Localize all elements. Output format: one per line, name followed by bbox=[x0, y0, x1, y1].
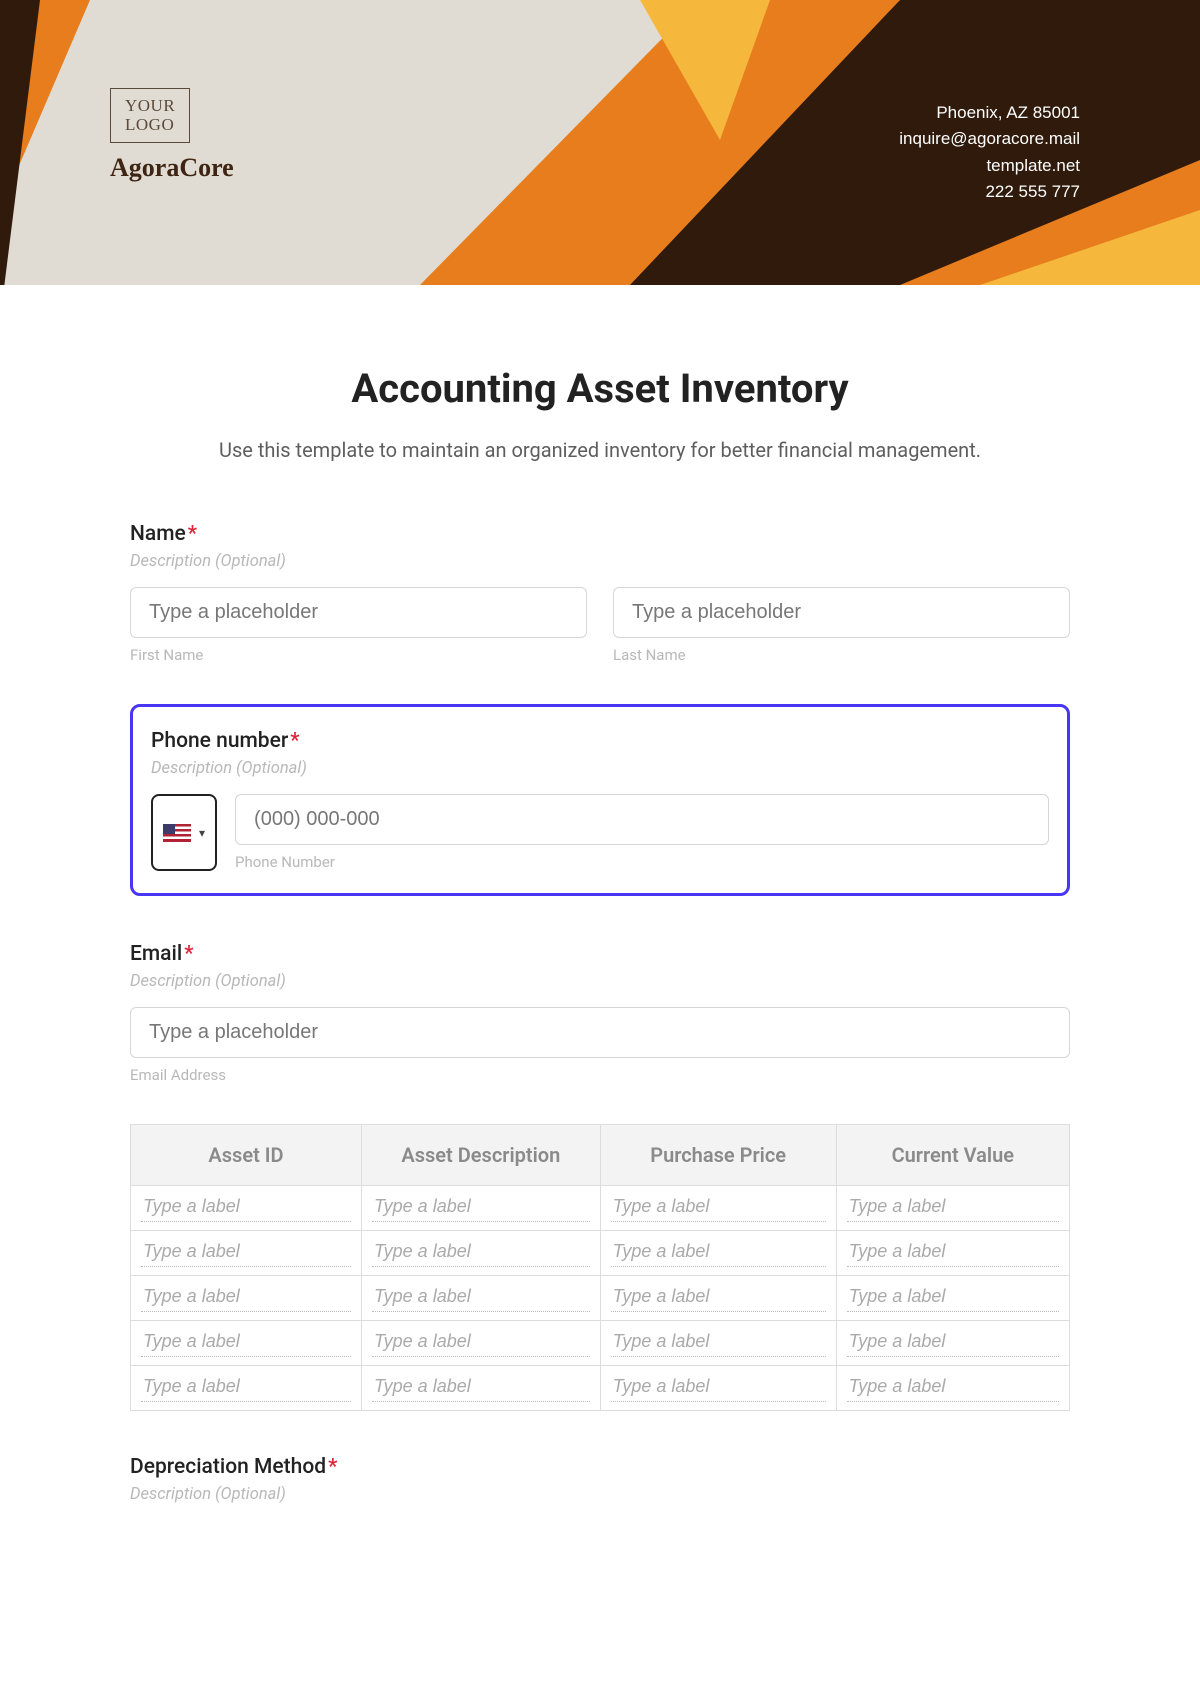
page-title: Accounting Asset Inventory bbox=[130, 365, 1070, 412]
table-cell bbox=[600, 1186, 836, 1231]
table-cell bbox=[600, 1321, 836, 1366]
contact-info: Phoenix, AZ 85001 inquire@agoracore.mail… bbox=[899, 100, 1080, 205]
logo-line1: YOUR bbox=[125, 96, 175, 115]
table-cell bbox=[131, 1276, 362, 1321]
th-purchase-price: Purchase Price bbox=[600, 1125, 836, 1186]
table-row bbox=[131, 1231, 1070, 1276]
table-cell bbox=[362, 1276, 601, 1321]
table-cell bbox=[131, 1186, 362, 1231]
required-mark: * bbox=[188, 522, 197, 546]
email-input[interactable] bbox=[130, 1007, 1070, 1058]
table-cell-input[interactable] bbox=[847, 1192, 1059, 1222]
table-cell bbox=[600, 1231, 836, 1276]
table-cell-input[interactable] bbox=[847, 1372, 1059, 1402]
asset-table: Asset ID Asset Description Purchase Pric… bbox=[130, 1124, 1070, 1411]
table-cell-input[interactable] bbox=[611, 1282, 826, 1312]
table-cell-input[interactable] bbox=[847, 1237, 1059, 1267]
table-header-row: Asset ID Asset Description Purchase Pric… bbox=[131, 1125, 1070, 1186]
contact-email: inquire@agoracore.mail bbox=[899, 126, 1080, 152]
table-cell-input[interactable] bbox=[372, 1327, 590, 1357]
table-row bbox=[131, 1276, 1070, 1321]
contact-phone: 222 555 777 bbox=[899, 179, 1080, 205]
brand-name: AgoraCore bbox=[110, 153, 234, 183]
table-cell bbox=[362, 1186, 601, 1231]
logo-line2: LOGO bbox=[125, 115, 174, 134]
table-cell-input[interactable] bbox=[611, 1327, 826, 1357]
page-subtitle: Use this template to maintain an organiz… bbox=[130, 438, 1070, 462]
name-desc: Description (Optional) bbox=[130, 552, 1070, 571]
table-cell bbox=[836, 1276, 1069, 1321]
table-cell bbox=[362, 1321, 601, 1366]
table-cell-input[interactable] bbox=[141, 1192, 351, 1222]
table-cell-input[interactable] bbox=[141, 1282, 351, 1312]
table-cell-input[interactable] bbox=[141, 1372, 351, 1402]
table-cell bbox=[836, 1366, 1069, 1411]
last-name-input[interactable] bbox=[613, 587, 1070, 638]
first-name-input[interactable] bbox=[130, 587, 587, 638]
table-row bbox=[131, 1366, 1070, 1411]
email-desc: Description (Optional) bbox=[130, 972, 1070, 991]
first-name-sublabel: First Name bbox=[130, 646, 587, 664]
th-asset-id: Asset ID bbox=[131, 1125, 362, 1186]
table-cell bbox=[362, 1231, 601, 1276]
table-cell bbox=[836, 1231, 1069, 1276]
table-cell bbox=[836, 1186, 1069, 1231]
table-cell bbox=[131, 1231, 362, 1276]
email-sublabel: Email Address bbox=[130, 1066, 1070, 1084]
chevron-down-icon: ▾ bbox=[199, 826, 205, 840]
name-label: Name* bbox=[130, 522, 1070, 546]
table-cell-input[interactable] bbox=[372, 1282, 590, 1312]
th-current-value: Current Value bbox=[836, 1125, 1069, 1186]
table-cell bbox=[362, 1366, 601, 1411]
table-cell bbox=[836, 1321, 1069, 1366]
email-label: Email* bbox=[130, 942, 1070, 966]
table-cell-input[interactable] bbox=[847, 1327, 1059, 1357]
table-cell bbox=[131, 1366, 362, 1411]
required-mark: * bbox=[328, 1455, 337, 1479]
table-cell bbox=[600, 1276, 836, 1321]
logo-placeholder: YOUR LOGO bbox=[110, 88, 190, 143]
table-cell-input[interactable] bbox=[372, 1192, 590, 1222]
email-field: Email* Description (Optional) Email Addr… bbox=[130, 942, 1070, 1084]
th-asset-desc: Asset Description bbox=[362, 1125, 601, 1186]
last-name-sublabel: Last Name bbox=[613, 646, 1070, 664]
table-cell bbox=[600, 1366, 836, 1411]
required-mark: * bbox=[184, 942, 193, 966]
table-cell-input[interactable] bbox=[372, 1237, 590, 1267]
country-code-select[interactable]: ▾ bbox=[151, 794, 217, 871]
logo-block: YOUR LOGO AgoraCore bbox=[110, 88, 234, 183]
table-cell-input[interactable] bbox=[141, 1327, 351, 1357]
table-row bbox=[131, 1321, 1070, 1366]
required-mark: * bbox=[290, 729, 299, 753]
contact-address: Phoenix, AZ 85001 bbox=[899, 100, 1080, 126]
contact-site: template.net bbox=[899, 153, 1080, 179]
table-cell-input[interactable] bbox=[611, 1192, 826, 1222]
table-cell-input[interactable] bbox=[141, 1237, 351, 1267]
phone-input[interactable] bbox=[235, 794, 1049, 845]
table-cell bbox=[131, 1321, 362, 1366]
name-field: Name* Description (Optional) First Name … bbox=[130, 522, 1070, 664]
phone-desc: Description (Optional) bbox=[151, 759, 1049, 778]
table-cell-input[interactable] bbox=[611, 1237, 826, 1267]
table-cell-input[interactable] bbox=[372, 1372, 590, 1402]
table-cell-input[interactable] bbox=[611, 1372, 826, 1402]
phone-sublabel: Phone Number bbox=[235, 853, 1049, 871]
table-row bbox=[131, 1186, 1070, 1231]
depreciation-label: Depreciation Method* bbox=[130, 1455, 1070, 1479]
depreciation-field: Depreciation Method* Description (Option… bbox=[130, 1455, 1070, 1504]
depreciation-desc: Description (Optional) bbox=[130, 1485, 1070, 1504]
phone-label: Phone number* bbox=[151, 729, 1049, 753]
form-page: Accounting Asset Inventory Use this temp… bbox=[0, 285, 1200, 1560]
phone-field: Phone number* Description (Optional) ▾ P… bbox=[130, 704, 1070, 896]
us-flag-icon bbox=[163, 824, 191, 842]
table-cell-input[interactable] bbox=[847, 1282, 1059, 1312]
header-banner: YOUR LOGO AgoraCore Phoenix, AZ 85001 in… bbox=[0, 0, 1200, 285]
